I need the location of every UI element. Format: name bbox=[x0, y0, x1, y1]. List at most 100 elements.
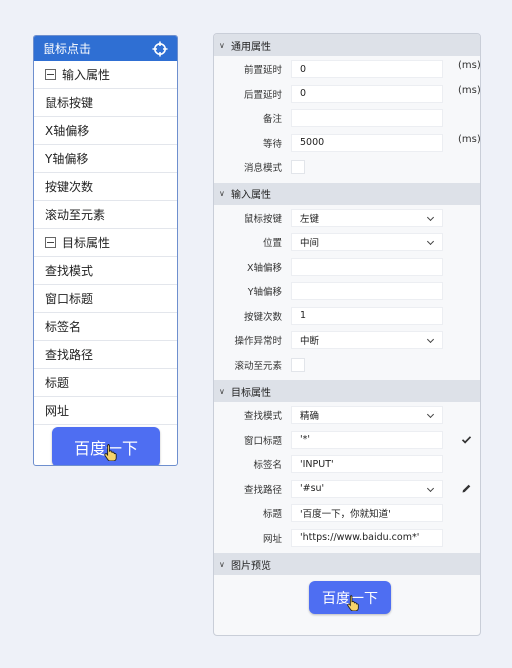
field-label: X轴偏移 bbox=[246, 262, 282, 274]
property-item-label: 查找模式 bbox=[45, 264, 94, 278]
field-input[interactable]: 0 bbox=[291, 60, 443, 79]
field-label: 消息模式 bbox=[243, 163, 282, 175]
field-select[interactable]: 中断 bbox=[291, 331, 443, 350]
section-title: 输入属性 bbox=[231, 190, 271, 201]
properties-panel: ∨ 通用属性 前置延时 0 (ms) 后置延时 0 (ms) 备注 等待 5000 (ms) 消息模式 ∨… bbox=[213, 33, 481, 636]
section-toggle-0[interactable]: 输入属性 bbox=[34, 61, 177, 89]
field-row: 网址 'https://www.baidu.com*' bbox=[214, 526, 480, 551]
property-item-9[interactable]: 标签名 bbox=[34, 313, 177, 341]
property-item-label: 输入属性 bbox=[62, 68, 111, 82]
field-input[interactable]: '百度一下，你就知道' bbox=[291, 504, 443, 523]
property-item-label: 目标属性 bbox=[62, 236, 111, 250]
field-select[interactable]: 精确 bbox=[291, 406, 443, 425]
property-item-2[interactable]: X轴偏移 bbox=[34, 117, 177, 145]
property-item-4[interactable]: 按键次数 bbox=[34, 173, 177, 201]
field-row: 消息模式 bbox=[214, 155, 480, 180]
property-item-5[interactable]: 滚动至元素 bbox=[34, 201, 177, 229]
field-checkbox[interactable] bbox=[291, 160, 305, 175]
section-header-1[interactable]: ∨ 输入属性 bbox=[214, 182, 480, 205]
field-label: 备注 bbox=[262, 114, 282, 126]
chevron-down-icon[interactable]: ∨ bbox=[219, 560, 229, 569]
field-row: Y轴偏移 bbox=[214, 279, 480, 304]
field-row: 后置延时 0 (ms) bbox=[214, 82, 480, 107]
section-title: 图片预览 bbox=[231, 560, 271, 572]
property-item-label: 标题 bbox=[45, 376, 70, 390]
property-item-3[interactable]: Y轴偏移 bbox=[34, 145, 177, 173]
property-item-label: 查找路径 bbox=[45, 348, 94, 362]
field-select[interactable]: 左键 bbox=[291, 208, 443, 227]
field-label: 后置延时 bbox=[243, 89, 282, 101]
field-unit: (ms) bbox=[458, 133, 481, 145]
field-input[interactable]: 'INPUT' bbox=[291, 455, 443, 474]
field-input[interactable]: 5000 bbox=[291, 133, 443, 152]
property-item-12[interactable]: 网址 bbox=[34, 397, 177, 425]
property-item-label: 按键次数 bbox=[45, 180, 94, 194]
checkmark-icon[interactable] bbox=[461, 434, 472, 445]
activity-card-header[interactable]: 鼠标点击 bbox=[34, 36, 177, 61]
hand-cursor-icon bbox=[347, 595, 359, 611]
property-item-label: 鼠标按键 bbox=[45, 96, 94, 110]
field-label: 位置 bbox=[262, 238, 282, 250]
section-header-2[interactable]: ∨ 目标属性 bbox=[214, 380, 480, 402]
field-row: 前置延时 0 (ms) bbox=[214, 57, 480, 82]
field-label: 等待 bbox=[262, 138, 282, 150]
pencil-icon[interactable] bbox=[461, 483, 472, 494]
field-select[interactable]: '#su' bbox=[291, 479, 443, 498]
field-unit: (ms) bbox=[458, 84, 481, 96]
field-label: 按键次数 bbox=[243, 311, 282, 323]
field-label: 窗口标题 bbox=[243, 435, 282, 447]
field-row: 滚动至元素 bbox=[214, 353, 480, 378]
section-title: 目标属性 bbox=[231, 387, 271, 399]
field-row: 标题 '百度一下，你就知道' bbox=[214, 501, 480, 526]
field-row: X轴偏移 bbox=[214, 255, 480, 280]
field-label: 前置延时 bbox=[243, 65, 282, 77]
property-item-7[interactable]: 查找模式 bbox=[34, 257, 177, 285]
field-row: 查找路径 '#su' bbox=[214, 477, 480, 502]
section-title: 通用属性 bbox=[231, 41, 271, 53]
field-label: 查找模式 bbox=[243, 411, 282, 423]
chevron-down-icon[interactable]: ∨ bbox=[219, 189, 229, 198]
property-item-label: Y轴偏移 bbox=[45, 152, 89, 166]
collapse-icon[interactable] bbox=[45, 69, 56, 80]
property-item-1[interactable]: 鼠标按键 bbox=[34, 89, 177, 117]
field-row: 操作异常时 中断 bbox=[214, 328, 480, 353]
field-label: 网址 bbox=[262, 533, 282, 545]
property-item-label: X轴偏移 bbox=[45, 124, 90, 138]
property-item-10[interactable]: 查找路径 bbox=[34, 341, 177, 369]
chevron-down-icon[interactable]: ∨ bbox=[219, 387, 229, 396]
activity-card[interactable]: 鼠标点击 输入属性鼠标按键 X轴偏移 Y轴偏移按键次数滚动至元素目标属性查找模式窗口… bbox=[33, 35, 178, 466]
field-input[interactable] bbox=[291, 109, 443, 128]
field-input[interactable] bbox=[291, 257, 443, 276]
field-row: 按键次数 1 bbox=[214, 304, 480, 329]
field-input[interactable]: 'https://www.baidu.com*' bbox=[291, 528, 443, 547]
field-label: 鼠标按键 bbox=[243, 213, 282, 225]
property-item-label: 标签名 bbox=[45, 320, 82, 334]
property-item-label: 网址 bbox=[45, 404, 70, 418]
property-item-8[interactable]: 窗口标题 bbox=[34, 285, 177, 313]
property-item-11[interactable]: 标题 bbox=[34, 369, 177, 397]
crosshair-icon[interactable] bbox=[152, 41, 168, 57]
field-label: 操作异常时 bbox=[234, 336, 282, 348]
property-item-label: 滚动至元素 bbox=[45, 208, 106, 222]
section-toggle-6[interactable]: 目标属性 bbox=[34, 229, 177, 257]
field-label: Y轴偏移 bbox=[247, 287, 282, 299]
field-input[interactable]: 1 bbox=[291, 306, 443, 325]
field-label: 查找路径 bbox=[243, 484, 282, 496]
field-row: 窗口标题 '*' bbox=[214, 428, 480, 453]
field-checkbox[interactable] bbox=[291, 357, 305, 372]
field-input[interactable] bbox=[291, 282, 443, 301]
section-header-3[interactable]: ∨ 图片预览 bbox=[214, 553, 480, 575]
field-row: 等待 5000 (ms) bbox=[214, 131, 480, 156]
chevron-down-icon[interactable]: ∨ bbox=[219, 41, 229, 50]
field-row: 查找模式 精确 bbox=[214, 403, 480, 428]
field-label: 标题 bbox=[262, 509, 282, 521]
property-item-label: 窗口标题 bbox=[45, 292, 94, 306]
section-header-0[interactable]: ∨ 通用属性 bbox=[214, 34, 480, 56]
collapse-icon[interactable] bbox=[45, 237, 56, 248]
field-row: 位置 中间 bbox=[214, 230, 480, 255]
field-row: 标签名 'INPUT' bbox=[214, 452, 480, 477]
hand-cursor-icon bbox=[104, 444, 117, 461]
field-select[interactable]: 中间 bbox=[291, 233, 443, 252]
field-input[interactable]: '*' bbox=[291, 430, 443, 449]
field-input[interactable]: 0 bbox=[291, 84, 443, 103]
